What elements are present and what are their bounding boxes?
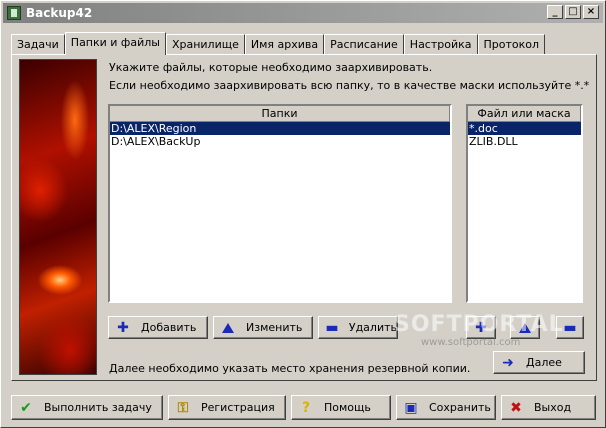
tab-tasks[interactable]: Задачи [11, 34, 65, 54]
floppy-icon: ▣ [404, 399, 418, 416]
tab-log[interactable]: Протокол [477, 34, 546, 54]
app-icon [7, 6, 21, 20]
exit-button[interactable]: ✖ Выход [501, 395, 596, 420]
question-icon: ? [301, 399, 311, 416]
window-title: Backup42 [26, 6, 93, 20]
close-button[interactable]: × [583, 5, 599, 19]
checkmark-icon: ✔ [20, 399, 32, 416]
watermark-url: www.softportal.com [421, 337, 521, 348]
app-window: Backup42 _ □ × Задачи Папки и файлы Хран… [0, 0, 606, 428]
help-label: Помощь [324, 401, 371, 414]
exit-label: Выход [534, 401, 572, 414]
tab-settings[interactable]: Настройка [403, 34, 478, 54]
watermark-logo: SOFTPORTAL [394, 312, 564, 337]
register-label: Регистрация [201, 401, 275, 414]
save-button[interactable]: ▣ Сохранить [396, 395, 496, 420]
help-button[interactable]: ? Помощь [291, 395, 391, 420]
window-controls: _ □ × [547, 5, 599, 19]
register-button[interactable]: ⚿ Регистрация [168, 395, 286, 420]
minimize-button[interactable]: _ [547, 5, 563, 19]
tab-storage[interactable]: Хранилище [165, 34, 245, 54]
title-bar[interactable]: Backup42 _ □ × [3, 3, 603, 23]
key-icon: ⚿ [177, 399, 189, 416]
tab-archive-name[interactable]: Имя архива [244, 34, 325, 54]
tab-schedule[interactable]: Расписание [324, 34, 404, 54]
close-x-icon: ✖ [510, 399, 522, 416]
run-task-button[interactable]: ✔ Выполнить задачу [11, 395, 163, 420]
tab-folders-files[interactable]: Папки и файлы [64, 32, 166, 55]
save-label: Сохранить [429, 401, 491, 414]
tab-bar: Задачи Папки и файлы Хранилище Имя архив… [11, 32, 546, 55]
run-task-label: Выполнить задачу [44, 401, 152, 414]
maximize-button[interactable]: □ [565, 5, 581, 19]
